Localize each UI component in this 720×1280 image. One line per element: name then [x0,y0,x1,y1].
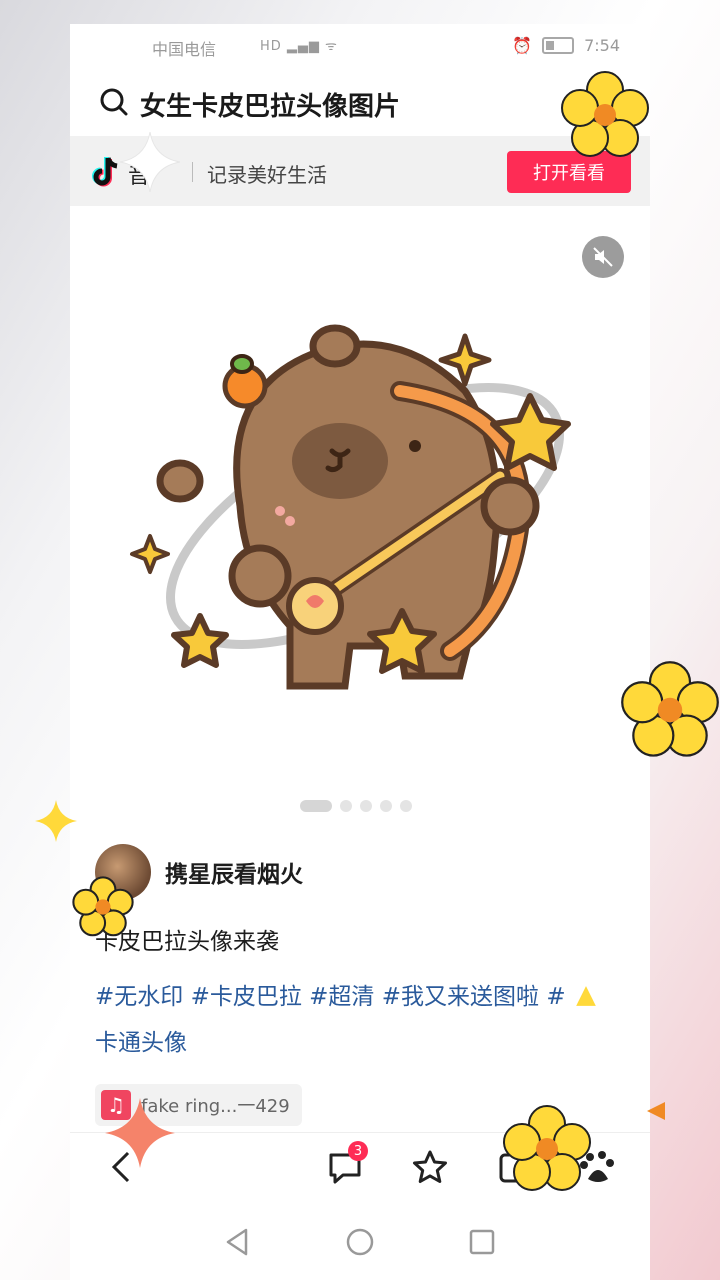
clock: 7:54 [584,36,620,55]
capybara-archer-illustration [130,324,571,690]
nav-back-icon[interactable] [218,1222,258,1262]
banner-divider [192,162,193,182]
post-caption: 卡皮巴拉头像来袭 [95,929,279,955]
star-icon[interactable] [410,1147,450,1187]
post-image[interactable] [70,206,650,806]
nav-recent-icon[interactable] [462,1222,502,1262]
pager-dot-active[interactable] [300,800,332,812]
author-row[interactable]: 携星辰看烟火 [95,844,303,900]
tiktok-logo-icon [92,157,118,187]
mute-icon [593,247,613,267]
search-icon[interactable] [100,88,128,116]
battery-icon [542,37,575,54]
signal-icon: HD ▂▄▆ ᯤ [260,39,338,54]
avatar[interactable] [95,844,151,900]
image-pager [300,800,412,812]
system-nav-bar [70,1204,650,1280]
status-right: ⏰ 7:54 [512,36,620,55]
share-icon[interactable] [495,1147,535,1187]
music-note-icon: ♫ [101,1090,131,1120]
hashtags-line-1[interactable]: #无水印 #卡皮巴拉 #超清 #我又来送图啦 # [95,974,625,1020]
hashtags-line-2[interactable]: 卡通头像 [95,1020,625,1066]
app-name: 音 [128,164,151,189]
pager-dot[interactable] [340,800,352,812]
nav-home-icon[interactable] [340,1222,380,1262]
pager-dot[interactable] [400,800,412,812]
mute-button[interactable] [582,236,624,278]
open-app-button[interactable]: 打开看看 [507,151,631,193]
author-name[interactable]: 携星辰看烟火 [165,855,303,889]
search-query[interactable]: 女生卡皮巴拉头像图片 [140,86,400,123]
phone-screen: 中国电信 HD ▂▄▆ ᯤ ⏰ 7:54 女生卡皮巴拉头像图片 音 记录美好生活… [70,24,650,1280]
app-slogan: 记录美好生活 [207,163,327,187]
comment-count-badge: 3 [348,1141,368,1161]
music-chip[interactable]: ♫ fake ring...一429 [95,1084,302,1126]
bottom-action-bar: 3 [70,1132,650,1203]
status-bar: 中国电信 HD ▂▄▆ ᯤ ⏰ 7:54 [70,24,650,68]
pager-dot[interactable] [380,800,392,812]
search-bar[interactable]: 女生卡皮巴拉头像图片 [70,74,650,134]
pager-dot[interactable] [360,800,372,812]
carrier-label: 中国电信 [152,40,217,59]
music-label[interactable]: fake ring...一429 [141,1092,290,1118]
alarm-icon: ⏰ [512,36,533,55]
hashtags[interactable]: #无水印 #卡皮巴拉 #超清 #我又来送图啦 # 卡通头像 [95,974,625,1066]
baidu-paw-icon[interactable] [578,1147,618,1187]
app-download-banner: 音 记录美好生活 打开看看 [70,136,650,206]
back-icon[interactable] [102,1147,142,1187]
